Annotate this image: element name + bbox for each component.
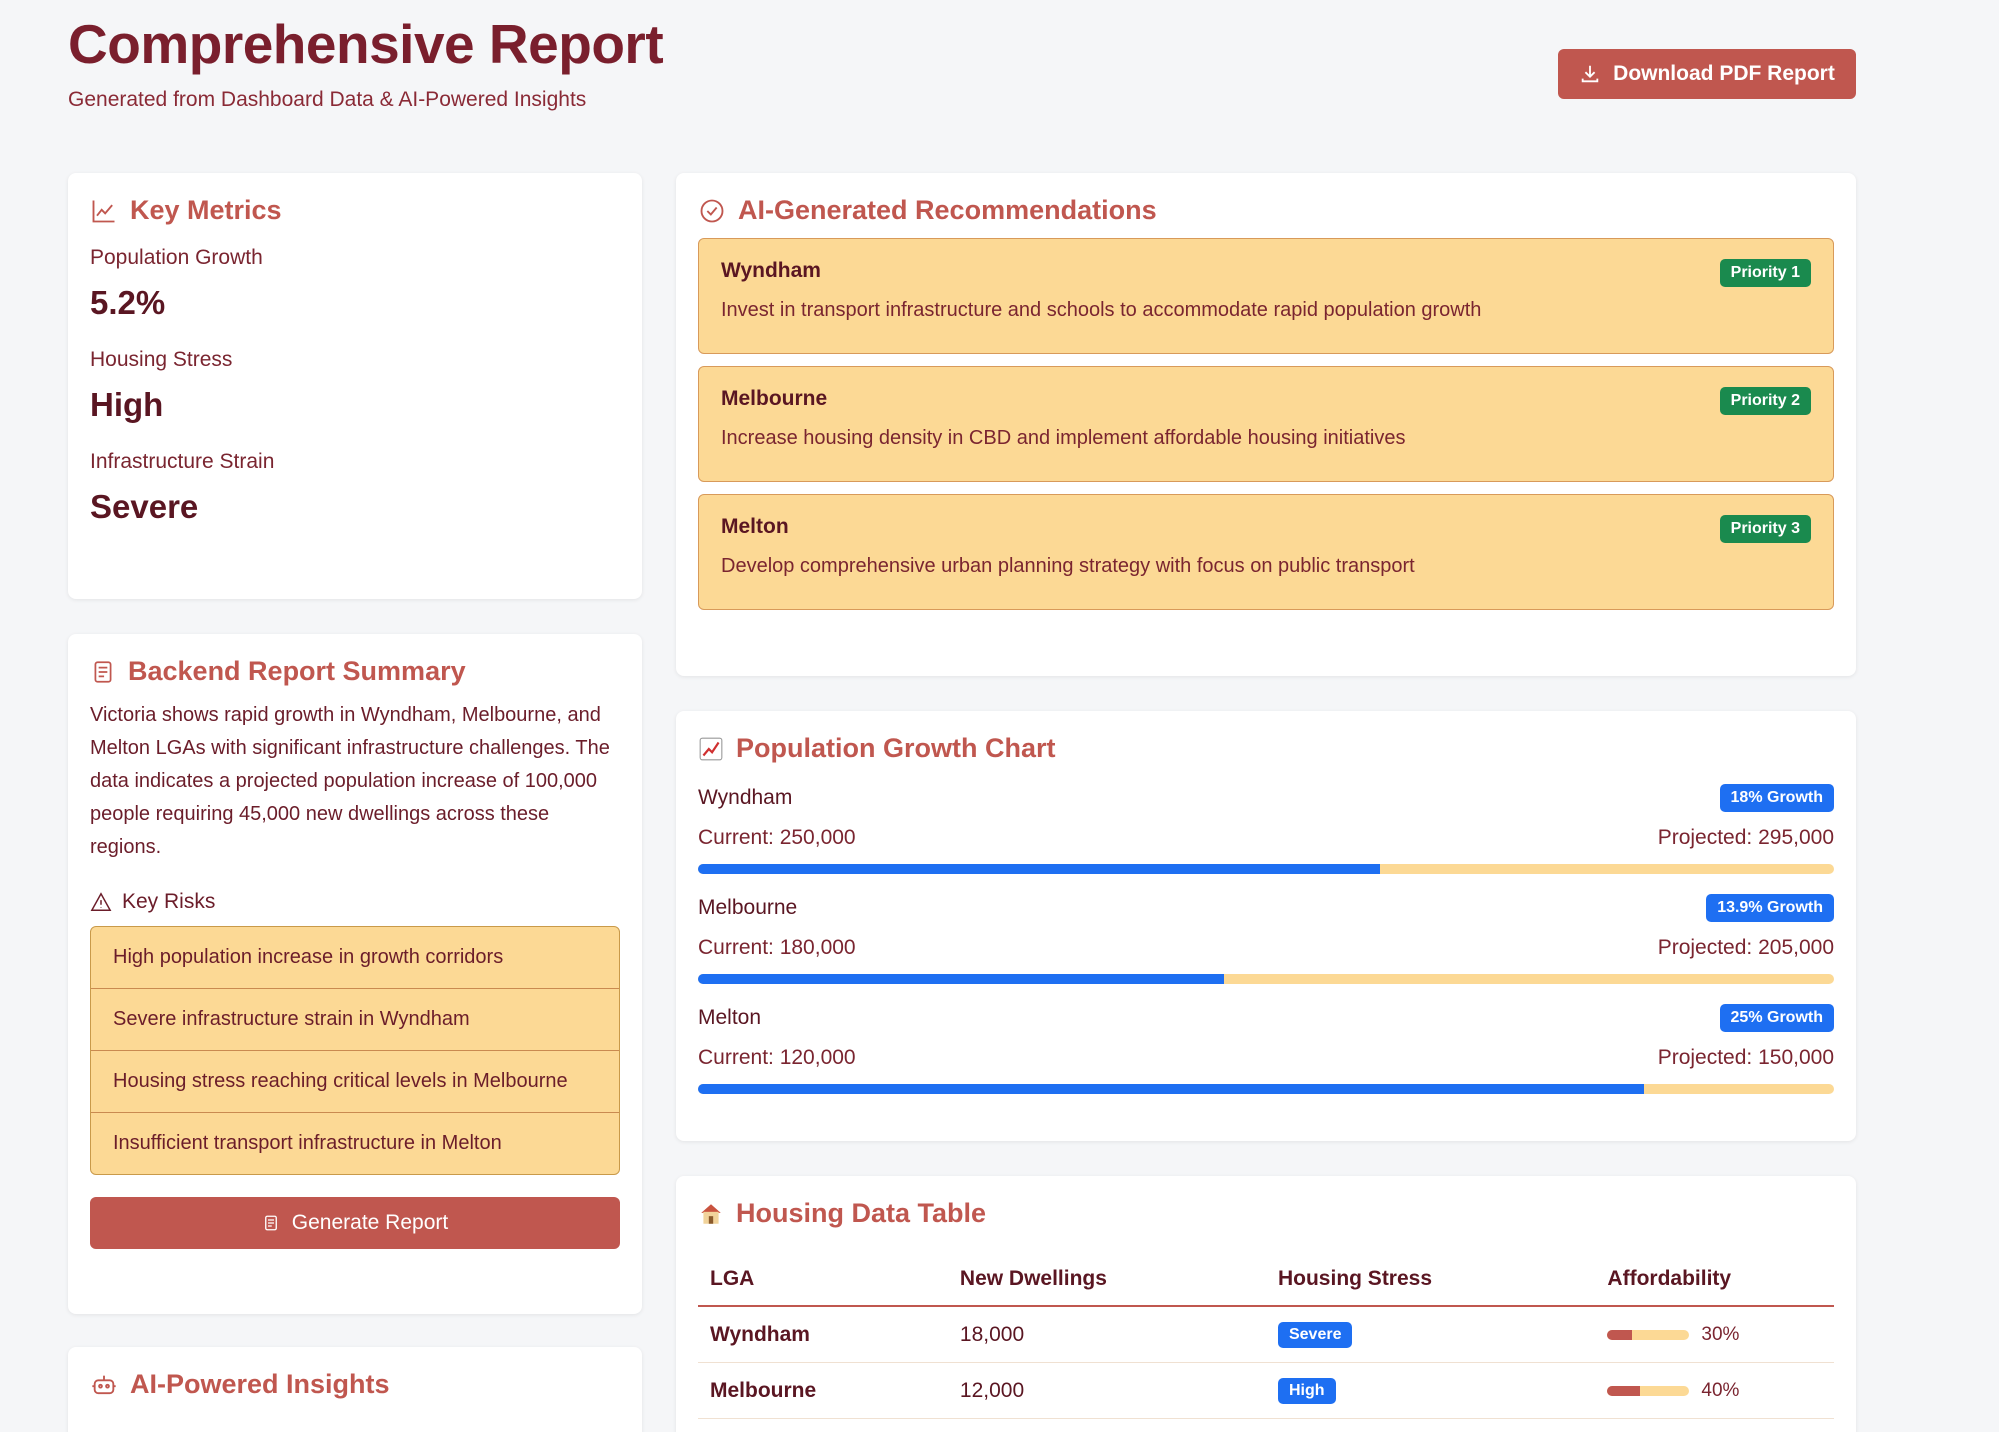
growth-bar-fill [698, 864, 1380, 874]
current-population: Current: 120,000 [698, 1046, 856, 1069]
document-icon [264, 1215, 277, 1231]
growth-row: Melton 25% Growth Current: 120,000 Proje… [698, 1004, 1834, 1094]
chart-emoji-icon [699, 737, 723, 760]
table-row: Wyndham 18,000 Severe 30% [698, 1306, 1834, 1363]
projected-population: Projected: 205,000 [1657, 936, 1834, 959]
key-risks-list: High population increase in growth corri… [90, 926, 620, 1175]
column-header: New Dwellings [947, 1253, 1266, 1307]
house-emoji-icon [701, 1203, 721, 1224]
growth-bar [698, 1084, 1834, 1094]
growth-badge: 25% Growth [1719, 1004, 1834, 1032]
housing-table: LGA New Dwellings Housing Stress Afforda… [698, 1253, 1834, 1419]
affordability-value: 30% [1701, 1323, 1740, 1345]
growth-row: Melbourne 13.9% Growth Current: 180,000 … [698, 894, 1834, 984]
growth-badge: 18% Growth [1719, 784, 1834, 812]
stress-cell: Severe [1265, 1306, 1596, 1363]
metric-label: Housing Stress [90, 348, 233, 371]
robot-icon [92, 1375, 116, 1394]
growth-bar-fill [698, 1084, 1645, 1094]
stress-badge: Severe [1277, 1322, 1353, 1348]
key-risks-heading: Key Risks [90, 890, 620, 914]
recommendation-lga: Melton [721, 515, 789, 538]
population-growth-card: Population Growth Chart Wyndham 18% Grow… [676, 711, 1856, 1141]
risk-item: High population increase in growth corri… [91, 927, 619, 989]
affordability-bar [1607, 1329, 1690, 1340]
key-metrics-title: Key Metrics [90, 195, 620, 226]
housing-table-title: Housing Data Table [698, 1198, 1834, 1229]
ai-insights-card: AI-Powered Insights [68, 1347, 642, 1432]
growth-row: Wyndham 18% Growth Current: 250,000 Proj… [698, 784, 1834, 874]
priority-badge: Priority 3 [1719, 515, 1811, 543]
affordability-cell: 40% [1595, 1362, 1834, 1419]
recommendation-text: Develop comprehensive urban planning str… [721, 555, 1415, 577]
affordability-value: 40% [1701, 1379, 1740, 1401]
dwellings-cell: 18,000 [947, 1306, 1266, 1363]
warning-icon [90, 892, 112, 911]
stress-badge: High [1277, 1378, 1336, 1404]
current-population: Current: 180,000 [698, 936, 856, 959]
download-pdf-button[interactable]: Download PDF Report [1558, 49, 1856, 99]
column-header: Housing Stress [1265, 1253, 1596, 1307]
table-row: Melbourne 12,000 High 40% [698, 1362, 1834, 1419]
generate-report-button[interactable]: Generate Report [90, 1197, 620, 1249]
recommendation-item: Wyndham Invest in transport infrastructu… [698, 238, 1834, 354]
risk-item: Severe infrastructure strain in Wyndham [91, 989, 619, 1051]
backend-summary-title: Backend Report Summary [90, 656, 620, 687]
metric-label: Infrastructure Strain [90, 450, 275, 473]
growth-bar-fill [698, 974, 1224, 984]
line-chart-icon [92, 200, 115, 222]
column-header: LGA [698, 1253, 948, 1307]
lga-cell: Melbourne [698, 1362, 948, 1419]
page-subtitle: Generated from Dashboard Data & AI-Power… [68, 88, 587, 111]
download-icon [1581, 65, 1599, 83]
table-header-row: LGA New Dwellings Housing Stress Afforda… [698, 1253, 1834, 1307]
growth-lga-name: Melton [698, 1006, 762, 1029]
metric-label: Population Growth [90, 246, 263, 269]
backend-summary-card: Backend Report Summary Victoria shows ra… [68, 634, 642, 1314]
risk-item: Housing stress reaching critical levels … [91, 1051, 619, 1113]
summary-text: Victoria shows rapid growth in Wyndham, … [90, 704, 610, 858]
growth-badge: 13.9% Growth [1706, 894, 1834, 922]
recommendation-text: Increase housing density in CBD and impl… [721, 427, 1406, 449]
priority-badge: Priority 1 [1719, 259, 1811, 287]
metric-value: Severe [90, 488, 199, 525]
recommendation-lga: Melbourne [721, 387, 828, 410]
key-metrics-card: Key Metrics Population Growth 5.2% Housi… [68, 173, 642, 599]
growth-bar [698, 974, 1834, 984]
recommendation-text: Invest in transport infrastructure and s… [721, 299, 1482, 321]
projected-population: Projected: 150,000 [1657, 1046, 1834, 1069]
column-header: Affordability [1595, 1253, 1834, 1307]
page-title: Comprehensive Report [68, 13, 664, 75]
growth-lga-name: Melbourne [698, 896, 798, 919]
current-population: Current: 250,000 [698, 826, 856, 849]
stress-cell: High [1265, 1362, 1596, 1419]
recommendation-lga: Wyndham [721, 259, 821, 282]
recommendation-item: Melton Develop comprehensive urban plann… [698, 494, 1834, 610]
growth-bar [698, 864, 1834, 874]
lga-cell: Wyndham [698, 1306, 948, 1363]
document-icon [94, 660, 112, 683]
affordability-bar [1607, 1385, 1690, 1396]
risk-item: Insufficient transport infrastructure in… [113, 1132, 502, 1154]
priority-badge: Priority 2 [1719, 387, 1811, 415]
metric-value: 5.2% [90, 284, 166, 321]
housing-table-card: Housing Data Table LGA New Dwellings Hou… [676, 1176, 1856, 1432]
affordability-fill [1607, 1385, 1641, 1396]
growth-lga-name: Wyndham [698, 786, 793, 809]
population-growth-title: Population Growth Chart [698, 733, 1834, 764]
recommendations-title: AI-Generated Recommendations [698, 195, 1834, 226]
recommendations-card: AI-Generated Recommendations Wyndham Inv… [676, 173, 1856, 676]
metric-value: High [90, 386, 164, 423]
download-label: Download PDF Report [1613, 62, 1835, 85]
affordability-fill [1607, 1329, 1633, 1340]
affordability-cell: 30% [1595, 1306, 1834, 1363]
projected-population: Projected: 295,000 [1657, 826, 1834, 849]
ai-insights-title: AI-Powered Insights [90, 1369, 620, 1400]
dwellings-cell: 12,000 [947, 1362, 1266, 1419]
check-circle-icon [700, 199, 724, 222]
recommendation-item: Melbourne Increase housing density in CB… [698, 366, 1834, 482]
